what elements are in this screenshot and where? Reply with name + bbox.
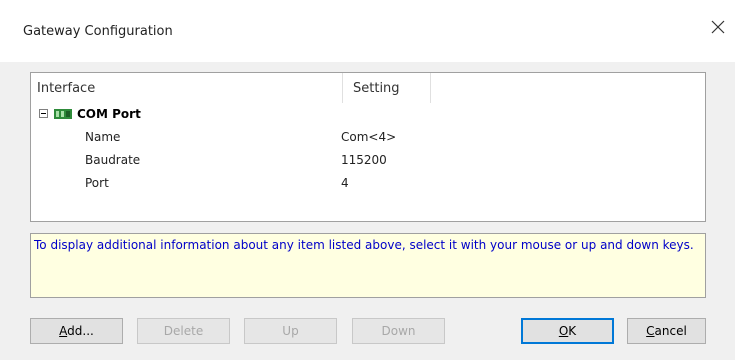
com-port-icon — [54, 109, 72, 119]
up-button[interactable]: Up — [244, 318, 337, 344]
column-header-setting[interactable]: Setting — [343, 73, 431, 103]
tree-body: COM Port Name Com<4> Baudrate 115200 Por… — [31, 103, 705, 195]
cancel-button-mnemonic: C — [646, 324, 655, 338]
property-name: Port — [85, 176, 109, 190]
property-name: Baudrate — [85, 153, 141, 167]
tree-node-label: COM Port — [77, 107, 141, 121]
add-button[interactable]: Add... — [30, 318, 123, 344]
gateway-configuration-dialog: Gateway Configuration Interface Setting — [0, 0, 735, 360]
cancel-button[interactable]: Cancel — [627, 318, 706, 344]
interface-tree-panel[interactable]: Interface Setting COM Port Name Com<4> B… — [30, 72, 706, 222]
tree-node-com-port[interactable]: COM Port — [31, 103, 705, 126]
down-button-label: Down — [381, 324, 416, 338]
info-text: To display additional information about … — [34, 238, 694, 252]
ok-button-label: K — [568, 324, 577, 338]
close-button[interactable] — [707, 16, 729, 38]
delete-button-label: Delete — [163, 324, 204, 338]
property-value: 4 — [341, 176, 349, 190]
tree-header: Interface Setting — [31, 73, 705, 103]
property-row-port[interactable]: Port 4 — [31, 172, 705, 195]
down-button[interactable]: Down — [352, 318, 445, 344]
property-row-name[interactable]: Name Com<4> — [31, 126, 705, 149]
property-value: 115200 — [341, 153, 387, 167]
ok-button[interactable]: OK — [521, 318, 614, 344]
add-button-label: dd... — [67, 324, 94, 338]
property-name: Name — [85, 130, 121, 144]
property-value: Com<4> — [341, 130, 397, 144]
close-icon — [711, 20, 725, 34]
window-title: Gateway Configuration — [23, 24, 173, 39]
collapse-toggle-icon[interactable] — [39, 109, 48, 118]
title-bar: Gateway Configuration — [0, 0, 735, 62]
ok-button-mnemonic: O — [558, 324, 569, 338]
cancel-button-label: ancel — [654, 324, 687, 338]
add-button-mnemonic: A — [59, 324, 68, 338]
column-header-interface[interactable]: Interface — [31, 73, 343, 103]
property-row-baudrate[interactable]: Baudrate 115200 — [31, 149, 705, 172]
up-button-label: Up — [282, 324, 299, 338]
delete-button[interactable]: Delete — [137, 318, 230, 344]
info-description-box: To display additional information about … — [30, 233, 706, 298]
